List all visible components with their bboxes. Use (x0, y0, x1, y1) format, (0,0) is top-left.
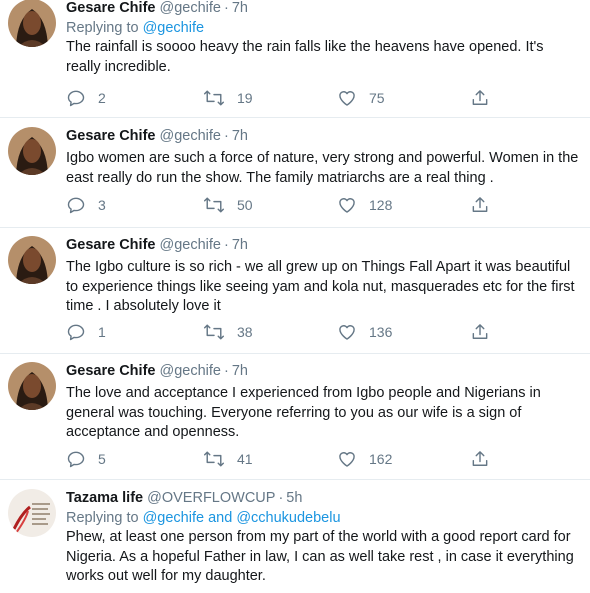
like-button[interactable]: 136 (337, 322, 392, 342)
tweet-actions: 3 50 128 (66, 195, 496, 217)
reply-button[interactable]: 2 (66, 88, 106, 108)
tweet-actions: 1 38 136 (66, 322, 496, 344)
author-name[interactable]: Gesare Chife (66, 128, 155, 144)
avatar[interactable] (8, 362, 56, 410)
like-button[interactable]: 128 (337, 195, 392, 215)
retweet-button[interactable]: 19 (203, 88, 253, 108)
replying-to: Replying to @gechife and @cchukudebelu (66, 508, 580, 528)
share-icon (472, 197, 488, 212)
reply-icon (67, 324, 85, 341)
retweet-count: 19 (237, 90, 253, 106)
timestamp[interactable]: 7h (232, 237, 248, 253)
retweet-count: 41 (237, 451, 253, 467)
tweet-text: The love and acceptance I experienced fr… (66, 385, 541, 440)
author-name[interactable]: Gesare Chife (66, 0, 155, 16)
author-name[interactable]: Gesare Chife (66, 237, 155, 253)
reply-icon (67, 197, 85, 214)
retweet-icon (203, 197, 225, 213)
retweet-button[interactable]: 41 (203, 449, 253, 469)
replying-and: and (208, 510, 233, 526)
retweet-button[interactable]: 50 (203, 195, 253, 215)
like-count: 75 (369, 90, 385, 106)
separator-dot: · (223, 128, 229, 144)
like-count: 136 (369, 324, 393, 340)
tweet-text: Phew, at least one person from my part o… (66, 529, 574, 584)
like-icon (339, 452, 355, 467)
tweet-actions: 2 19 75 (66, 88, 496, 110)
author-handle[interactable]: @gechife (160, 0, 221, 16)
author-handle[interactable]: @OVERFLOWCUP (147, 490, 275, 506)
author-handle[interactable]: @gechife (160, 237, 221, 253)
tweet[interactable]: Gesare Chife @gechife · 7h Replying to @ge… (0, 0, 590, 118)
reply-button[interactable]: 1 (66, 322, 106, 342)
avatar[interactable] (8, 0, 56, 47)
timestamp[interactable]: 7h (232, 0, 248, 16)
avatar[interactable] (8, 236, 56, 284)
separator-dot: · (278, 490, 284, 506)
separator-dot: · (223, 237, 229, 253)
retweet-count: 50 (237, 197, 253, 213)
share-button[interactable] (470, 195, 490, 215)
replying-label: Replying to (66, 20, 139, 36)
like-icon (339, 198, 355, 213)
retweet-button[interactable]: 38 (203, 322, 253, 342)
share-icon (472, 451, 488, 466)
tweet[interactable]: Tazama life @OVERFLOWCUP · 5h Replying to … (0, 480, 590, 593)
avatar[interactable] (8, 127, 56, 175)
avatar[interactable] (8, 489, 56, 537)
like-count: 162 (369, 451, 393, 467)
share-icon (472, 90, 488, 105)
tweet[interactable]: Gesare Chife @gechife · 7h Igbo women are … (0, 118, 590, 228)
like-count: 128 (369, 197, 393, 213)
like-button[interactable]: 162 (337, 449, 392, 469)
timestamp[interactable]: 5h (286, 490, 302, 506)
retweet-count: 38 (237, 324, 253, 340)
reply-count: 2 (98, 90, 106, 106)
share-button[interactable] (470, 88, 490, 108)
author-name[interactable]: Tazama life (66, 490, 143, 506)
tweet-text: Igbo women are such a force of nature, v… (66, 150, 579, 186)
tweet-text: The rainfall is soooo heavy the rain fal… (66, 39, 544, 75)
reply-count: 1 (98, 324, 106, 340)
retweet-icon (203, 324, 225, 340)
tweet-text: The Igbo culture is so rich - we all gre… (66, 259, 575, 314)
replying-to: Replying to @gechife (66, 18, 580, 38)
like-icon (339, 91, 355, 106)
reply-button[interactable]: 3 (66, 195, 106, 215)
timestamp[interactable]: 7h (232, 128, 248, 144)
share-button[interactable] (470, 322, 490, 342)
reply-icon (67, 451, 85, 468)
separator-dot: · (223, 0, 229, 16)
mention-link[interactable]: @cchukudebelu (236, 510, 340, 526)
share-button[interactable] (470, 449, 490, 469)
tweet[interactable]: Gesare Chife @gechife · 7h The Igbo cultur… (0, 228, 590, 354)
retweet-icon (203, 451, 225, 467)
reply-button[interactable]: 5 (66, 449, 106, 469)
tweet[interactable]: Gesare Chife @gechife · 7h The love and ac… (0, 354, 590, 480)
share-icon (472, 324, 488, 339)
author-name[interactable]: Gesare Chife (66, 363, 155, 379)
tweet-actions: 5 41 162 (66, 449, 496, 471)
mention-link[interactable]: @gechife (143, 510, 204, 526)
reply-icon (67, 90, 85, 107)
mention-link[interactable]: @gechife (143, 20, 204, 36)
author-handle[interactable]: @gechife (160, 363, 221, 379)
separator-dot: · (223, 363, 229, 379)
author-handle[interactable]: @gechife (160, 128, 221, 144)
retweet-icon (203, 90, 225, 106)
reply-count: 3 (98, 197, 106, 213)
reply-count: 5 (98, 451, 106, 467)
like-icon (339, 325, 355, 340)
like-button[interactable]: 75 (337, 88, 385, 108)
replying-label: Replying to (66, 510, 139, 526)
timestamp[interactable]: 7h (232, 363, 248, 379)
